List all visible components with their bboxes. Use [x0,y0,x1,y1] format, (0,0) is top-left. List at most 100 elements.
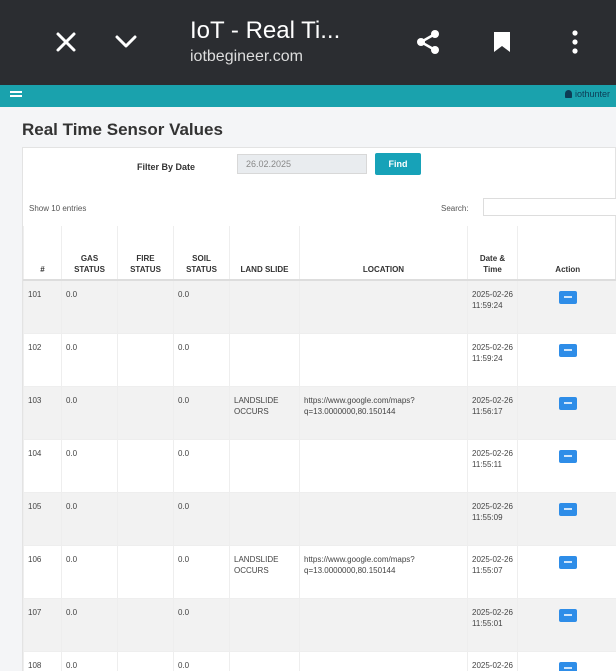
cell-gas: 0.0 [61,650,118,671]
cell-fire [117,438,174,492]
cell-fire [117,491,174,545]
cell-soil: 0.0 [173,332,230,386]
cell-datetime: 2025-02-26 11:55:11 [467,438,518,492]
col-header-gas[interactable]: GAS STATUS [61,226,118,281]
user-menu[interactable]: iothunter [564,89,610,99]
table-row: 103 0.0 0.0 LANDSLIDE OCCURS https://www… [23,385,616,439]
cell-location [299,650,468,671]
cell-id: 104 [23,438,62,492]
cell-location[interactable]: https://www.google.com/maps?q=13.0000000… [299,544,468,598]
cell-datetime: 2025-02-26 11:59:24 [467,332,518,386]
cell-id: 105 [23,491,62,545]
cell-landslide [229,279,300,333]
cell-soil: 0.0 [173,491,230,545]
cell-soil: 0.0 [173,544,230,598]
cell-action [517,491,616,545]
cell-landslide [229,438,300,492]
table-row: 105 0.0 0.0 2025-02-26 11:55:09 [23,491,616,545]
cell-datetime: 2025-02-26 11:54:56 [467,650,518,671]
browser-toolbar: IoT - Real Ti... iotbegineer.com [0,0,616,85]
cell-landslide [229,597,300,651]
cell-fire [117,544,174,598]
cell-id: 103 [23,385,62,439]
col-header-datetime[interactable]: Date & Time [467,226,518,281]
user-icon [564,90,572,98]
cell-action [517,385,616,439]
col-header-id[interactable]: # [23,226,62,281]
search-input[interactable] [483,198,616,216]
browser-title-area[interactable]: IoT - Real Ti... iotbegineer.com [190,16,390,68]
delete-button[interactable] [558,291,577,304]
table-row: 108 0.0 0.0 2025-02-26 11:54:56 [23,650,616,671]
table-header-row: # GAS STATUS FIRE STATUS SOIL STATUS LAN… [23,226,616,281]
search-label: Search: [441,204,469,213]
cell-landslide [229,650,300,671]
cell-soil: 0.0 [173,597,230,651]
cell-gas: 0.0 [61,385,118,439]
cell-datetime: 2025-02-26 11:59:24 [467,279,518,333]
cell-id: 106 [23,544,62,598]
delete-button[interactable] [558,661,577,671]
cell-location [299,279,468,333]
cell-id: 108 [23,650,62,671]
menu-icon[interactable] [10,91,22,101]
cell-gas: 0.0 [61,438,118,492]
cell-fire [117,385,174,439]
find-button[interactable]: Find [375,153,421,175]
date-filter-input[interactable]: 26.02.2025 [237,154,367,174]
cell-location [299,597,468,651]
chevron-down-icon[interactable] [106,22,146,62]
cell-gas: 0.0 [61,332,118,386]
cell-action [517,279,616,333]
bookmark-icon[interactable] [482,22,522,62]
cell-fire [117,279,174,333]
delete-button[interactable] [558,555,577,569]
col-header-soil[interactable]: SOIL STATUS [173,226,230,281]
cell-location [299,332,468,386]
cell-gas: 0.0 [61,279,118,333]
cell-action [517,438,616,492]
delete-button[interactable] [558,343,577,357]
cell-action [517,650,616,671]
filter-label: Filter By Date [137,162,196,172]
cell-location [299,491,468,545]
url-domain: iotbegineer.com [190,48,303,65]
show-entries[interactable]: Show 10 entries [29,204,86,213]
col-header-landslide[interactable]: LAND SLIDE [229,226,300,281]
col-header-location[interactable]: LOCATION [299,226,468,281]
user-label: iothunter [574,89,610,99]
sensor-table: # GAS STATUS FIRE STATUS SOIL STATUS LAN… [23,226,616,671]
cell-location [299,438,468,492]
cell-id: 101 [23,279,62,333]
table-row: 101 0.0 0.0 2025-02-26 11:59:24 [23,279,616,333]
cell-fire [117,597,174,651]
cell-landslide [229,491,300,545]
close-icon[interactable] [46,22,86,62]
cell-fire [117,650,174,671]
cell-soil: 0.0 [173,650,230,671]
share-icon[interactable] [408,22,448,62]
cell-datetime: 2025-02-26 11:56:17 [467,385,518,439]
cell-soil: 0.0 [173,385,230,439]
table-row: 104 0.0 0.0 2025-02-26 11:55:11 [23,438,616,492]
tab-title: IoT - Real Ti... [190,17,341,44]
cell-landslide: LANDSLIDE OCCURS [229,544,300,598]
cell-location[interactable]: https://www.google.com/maps?q=13.0000000… [299,385,468,439]
delete-button[interactable] [558,396,577,410]
cell-datetime: 2025-02-26 11:55:01 [467,597,518,651]
cell-soil: 0.0 [173,279,230,333]
delete-button[interactable] [558,502,577,516]
cell-gas: 0.0 [61,491,118,545]
cell-datetime: 2025-02-26 11:55:07 [467,544,518,598]
col-header-action: Action [517,226,616,281]
table-row: 102 0.0 0.0 2025-02-26 11:59:24 [23,332,616,386]
sensor-card: Filter By Date 26.02.2025 Find Show 10 e… [22,147,616,671]
more-vert-icon[interactable] [560,22,590,62]
col-header-fire[interactable]: FIRE STATUS [117,226,174,281]
delete-button[interactable] [558,449,577,463]
cell-datetime: 2025-02-26 11:55:09 [467,491,518,545]
cell-id: 107 [23,597,62,651]
delete-button[interactable] [558,608,577,622]
cell-fire [117,332,174,386]
cell-action [517,332,616,386]
